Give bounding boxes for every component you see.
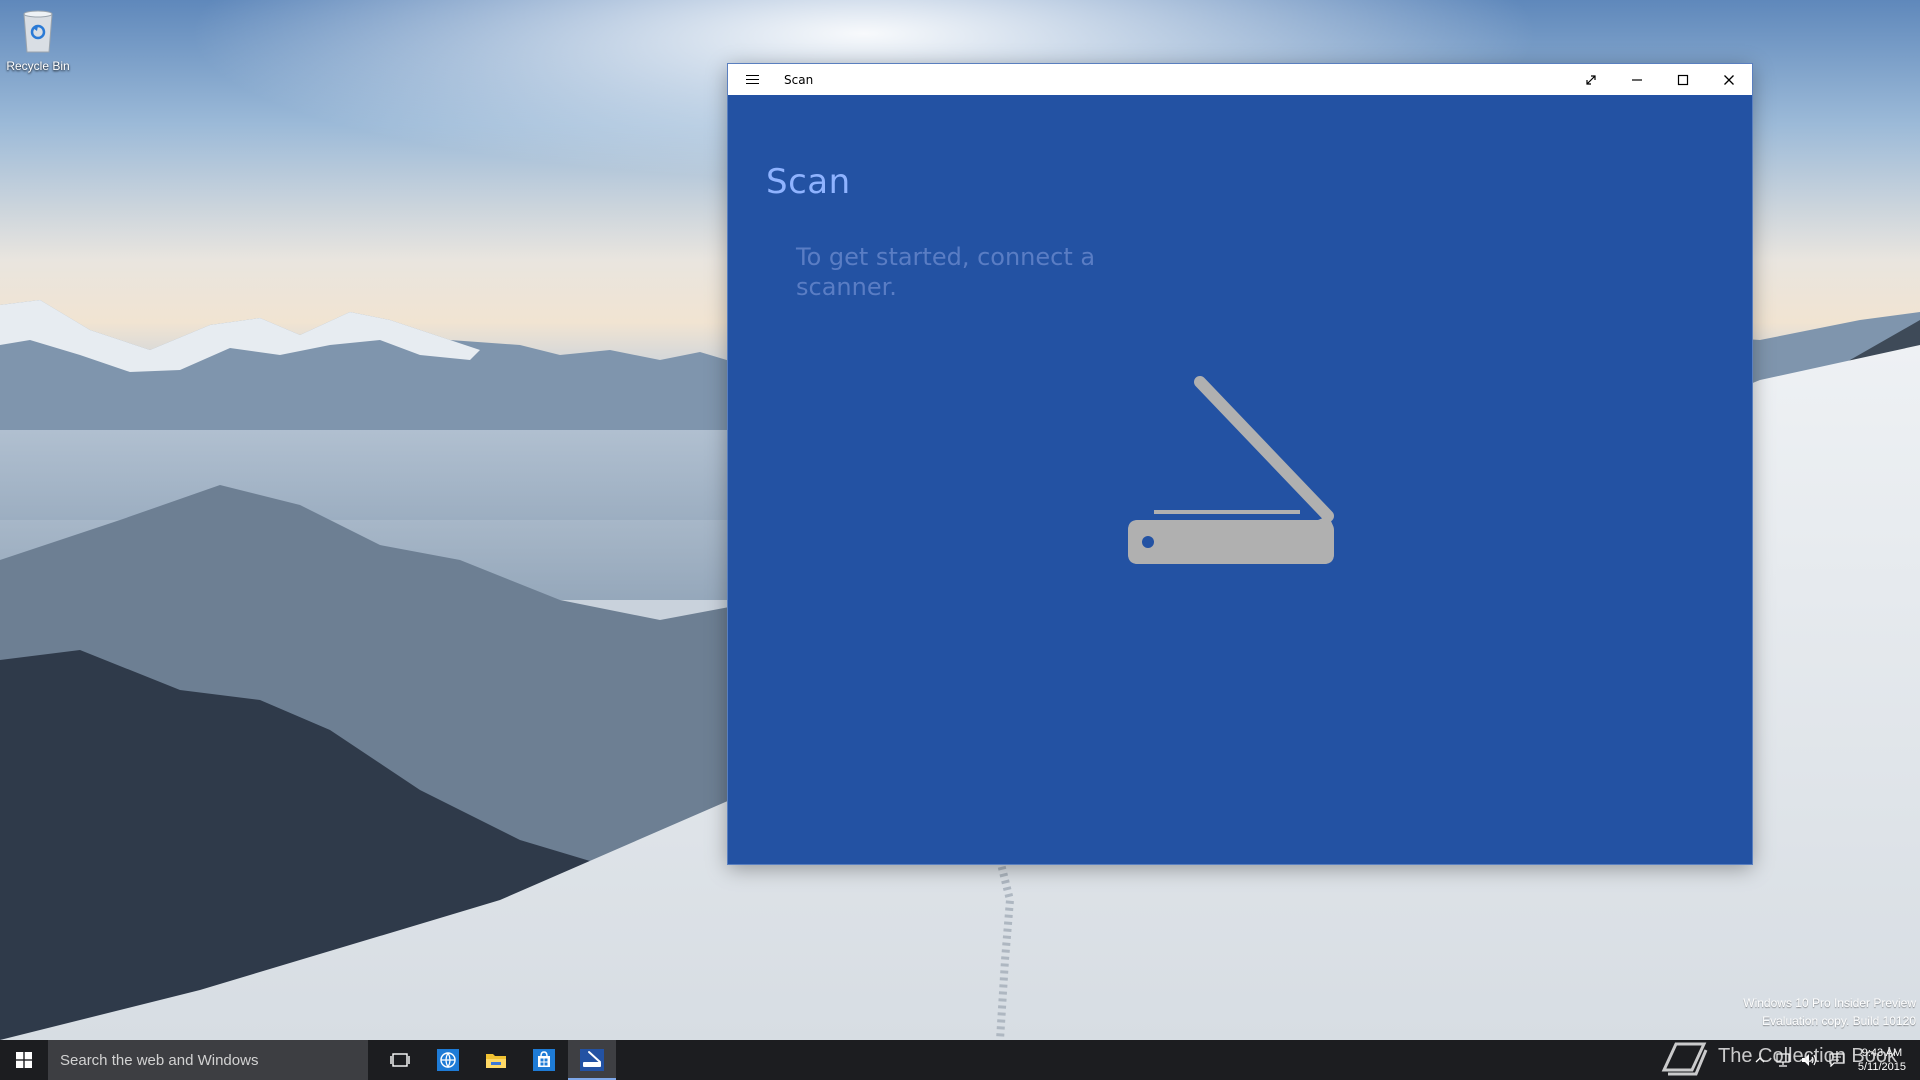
windows-logo-icon: [16, 1052, 32, 1068]
os-watermark: Windows 10 Pro Insider Preview Evaluatio…: [1743, 994, 1916, 1030]
watermark-line-1: Windows 10 Pro Insider Preview: [1743, 996, 1916, 1010]
store-icon: [533, 1049, 555, 1071]
desktop-icon-label: Recycle Bin: [6, 59, 70, 73]
desktop-icon-recycle-bin[interactable]: Recycle Bin: [4, 6, 72, 73]
brand-name: The Collection Book: [1718, 1044, 1897, 1067]
maximize-button[interactable]: [1660, 64, 1706, 95]
scanner-icon: [580, 1049, 604, 1071]
maximize-icon: [1677, 74, 1689, 85]
watermark-line-2: Evaluation copy. Build 10120: [1762, 1014, 1916, 1028]
close-button[interactable]: [1706, 64, 1752, 95]
search-placeholder: Search the web and Windows: [60, 1051, 259, 1069]
window-titlebar[interactable]: Scan: [728, 64, 1752, 95]
book-logo-icon: [1661, 1042, 1708, 1076]
window-title: Scan: [784, 72, 814, 87]
hamburger-menu-button[interactable]: [728, 64, 776, 95]
window-controls: [1568, 64, 1752, 95]
minimize-icon: [1632, 78, 1642, 81]
recycle-bin-icon: [23, 10, 53, 53]
brand-watermark: The Collection Book: [1660, 1036, 1897, 1076]
task-view-button[interactable]: [376, 1040, 424, 1080]
minimize-button[interactable]: [1614, 64, 1660, 95]
taskbar: Search the web and Windows 9:43 AM 5/11/…: [0, 1040, 1920, 1080]
taskbar-app-store[interactable]: [520, 1040, 568, 1080]
taskbar-app-browser[interactable]: [424, 1040, 472, 1080]
fullscreen-icon: [1586, 74, 1596, 85]
globe-icon: [437, 1049, 459, 1071]
start-button[interactable]: [0, 1040, 48, 1080]
page-title: Scan: [766, 162, 851, 202]
taskbar-search-box[interactable]: Search the web and Windows: [48, 1040, 368, 1080]
taskbar-app-file-explorer[interactable]: [472, 1040, 520, 1080]
folder-icon: [486, 1054, 506, 1068]
hamburger-menu-icon: [745, 74, 759, 85]
close-icon: [1724, 74, 1734, 85]
empty-state-message: To get started, connect a scanner.: [796, 243, 1096, 301]
taskbar-app-scan[interactable]: [568, 1040, 616, 1080]
scan-app-window: Scan Scan To get started, connect a scan…: [728, 64, 1752, 864]
task-view-icon: [390, 1053, 410, 1067]
fullscreen-button[interactable]: [1568, 64, 1614, 95]
scanner-icon: [1128, 376, 1334, 564]
